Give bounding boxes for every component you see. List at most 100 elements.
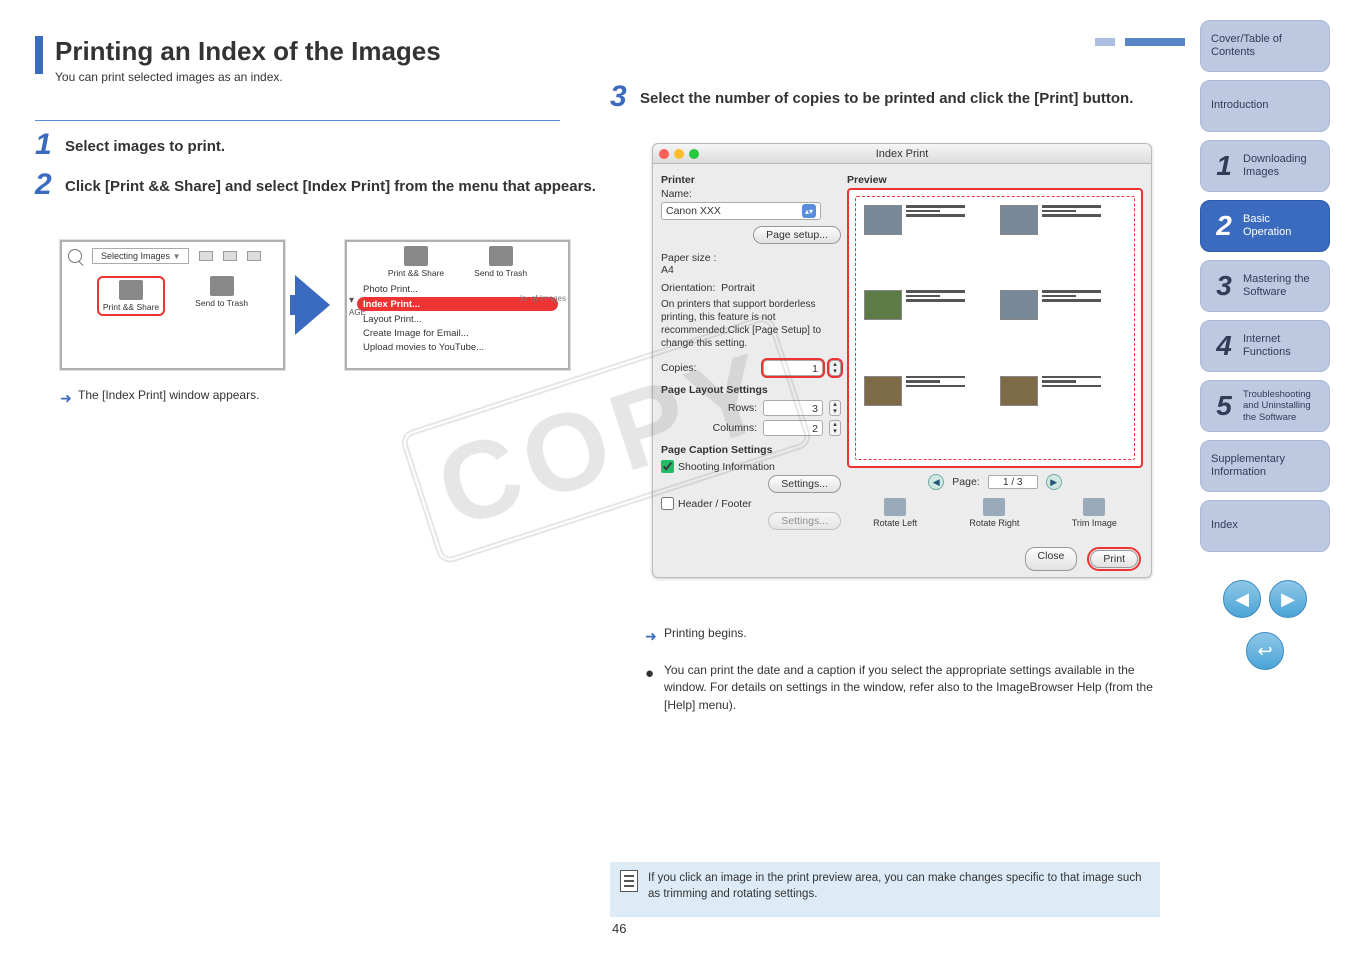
shooting-info-label: Shooting Information [678, 461, 775, 473]
footer-tip-box: If you click an image in the print previ… [610, 862, 1160, 917]
copies-label: Copies: [661, 362, 697, 374]
send-to-trash-label: Send to Trash [195, 298, 248, 308]
copies-input[interactable]: 1 [763, 360, 823, 376]
trim-label: Trim Image [1072, 518, 1117, 528]
return-button[interactable]: ↩ [1246, 632, 1284, 670]
page-title: Printing an Index of the Images [55, 36, 441, 67]
send-to-trash-button[interactable]: Send to Trash [474, 246, 527, 278]
page-setup-button[interactable]: Page setup... [753, 226, 841, 244]
nav-introduction[interactable]: Introduction [1200, 80, 1330, 132]
rotate-right-label: Rotate Right [969, 518, 1019, 528]
header-footer-label: Header / Footer [678, 498, 752, 510]
print-and-share-button[interactable]: Print && Share [97, 276, 165, 316]
preview-thumb[interactable] [1000, 376, 1126, 451]
preview-thumb[interactable] [864, 290, 990, 365]
chevron-updown-icon: ▴▾ [802, 204, 816, 218]
preview-area[interactable] [847, 188, 1143, 468]
close-button[interactable]: Close [1025, 547, 1078, 571]
nav-chapter-1[interactable]: 1 Downloading Images [1200, 140, 1330, 192]
thumb-icon [199, 251, 213, 261]
nav-index[interactable]: Index [1200, 500, 1330, 552]
index-print-window: Index Print Printer Name: Canon XXX ▴▾ P… [652, 143, 1152, 578]
printer-selected-value: Canon XXX [666, 205, 721, 217]
thumb-icon [223, 251, 237, 261]
header-footer-checkbox[interactable] [661, 497, 674, 510]
columns-stepper[interactable]: ▴▾ [829, 420, 841, 436]
nav-label: Introduction [1211, 99, 1319, 112]
nav-chapter-2[interactable]: 2 Basic Operation [1200, 200, 1330, 252]
preview-thumb[interactable] [1000, 205, 1126, 280]
shooting-info-settings-button[interactable]: Settings... [768, 475, 841, 493]
paper-size-value: A4 [661, 264, 841, 276]
nav-number: 2 [1211, 209, 1237, 243]
step-3-text: Select the number of copies to be printe… [640, 90, 1160, 107]
document-icon [620, 870, 638, 892]
result-arrow-icon: ➜ [60, 390, 72, 407]
window-titlebar[interactable]: Index Print [653, 144, 1151, 164]
print-and-share-button[interactable]: Print && Share [388, 246, 444, 278]
nav-label: Troubleshooting and Uninstalling the Sof… [1243, 389, 1319, 423]
header-footer-settings-button: Settings... [768, 512, 841, 530]
preview-thumb[interactable] [1000, 290, 1126, 365]
nav-cover-toc[interactable]: Cover/Table of Contents [1200, 20, 1330, 72]
nav-number: 5 [1211, 389, 1237, 423]
grip-icon: ▾ [349, 295, 354, 306]
nav-label: Downloading Images [1243, 153, 1319, 179]
chevron-down-icon: ▼ [173, 252, 181, 261]
footer-tip-text: If you click an image in the print previ… [648, 870, 1150, 902]
nav-label: Supplementary Information [1211, 453, 1319, 479]
print-share-menu: Photo Print... Index Print... Layout Pri… [357, 282, 558, 354]
columns-label: Columns: [713, 422, 757, 434]
columns-input[interactable]: 2 [763, 420, 823, 436]
preview-prev-page-button[interactable]: ◀ [928, 474, 944, 490]
title-divider [35, 120, 560, 121]
nav-number: 1 [1211, 149, 1237, 183]
nav-chapter-4[interactable]: 4 Internet Functions [1200, 320, 1330, 372]
next-page-button[interactable]: ▶ [1269, 580, 1307, 618]
menu-item-create-image-email[interactable]: Create Image for Email... [357, 326, 558, 340]
preview-thumb[interactable] [864, 376, 990, 451]
nav-label: Basic Operation [1243, 213, 1319, 239]
nav-supplementary[interactable]: Supplementary Information [1200, 440, 1330, 492]
send-to-trash-button[interactable]: Send to Trash [195, 276, 248, 316]
borderless-note: On printers that support borderless prin… [661, 298, 841, 350]
nav-chapter-5[interactable]: 5 Troubleshooting and Uninstalling the S… [1200, 380, 1330, 432]
title-accent [35, 36, 43, 74]
step-3-number: 3 [610, 80, 627, 114]
screenshot-menu: Print && Share Send to Trash ▾ AGE lo. o… [345, 240, 570, 370]
step3-bullet-text: You can print the date and a caption if … [664, 662, 1154, 714]
rows-label: Rows: [728, 402, 757, 414]
rows-input[interactable]: 3 [763, 400, 823, 416]
orientation-label: Orientation: [661, 282, 715, 294]
prev-page-button[interactable]: ◀ [1223, 580, 1261, 618]
copies-stepper[interactable]: ▴▾ [829, 360, 841, 376]
page-indicator: 1 / 3 [988, 475, 1038, 489]
printer-section-label: Printer [661, 174, 841, 186]
rotate-left-button[interactable]: Rotate Left [873, 498, 917, 528]
right-side-nav: Cover/Table of Contents Introduction 1 D… [1200, 20, 1330, 670]
page-subtitle: You can print selected images as an inde… [55, 70, 283, 84]
preview-next-page-button[interactable]: ▶ [1046, 474, 1062, 490]
trim-image-button[interactable]: Trim Image [1072, 498, 1117, 528]
printer-name-label: Name: [661, 188, 841, 200]
step-2-number: 2 [35, 168, 52, 202]
nav-label: Cover/Table of Contents [1211, 33, 1319, 59]
print-button[interactable]: Print [1090, 550, 1138, 568]
age-crop-label: AGE [349, 308, 366, 317]
rotate-right-button[interactable]: Rotate Right [969, 498, 1019, 528]
menu-item-upload-youtube[interactable]: Upload movies to YouTube... [357, 340, 558, 354]
images-count-crop-label: lo. of Images [520, 294, 566, 303]
printer-icon [404, 246, 428, 266]
rotate-left-label: Rotate Left [873, 518, 917, 528]
rows-stepper[interactable]: ▴▾ [829, 400, 841, 416]
shooting-info-checkbox[interactable] [661, 460, 674, 473]
preview-thumb[interactable] [864, 205, 990, 280]
magnifier-icon [68, 249, 82, 263]
rotate-right-icon [983, 498, 1005, 516]
step-1-number: 1 [35, 128, 52, 162]
nav-indicator-bar [1125, 38, 1185, 46]
nav-chapter-3[interactable]: 3 Mastering the Software [1200, 260, 1330, 312]
menu-item-layout-print[interactable]: Layout Print... [357, 312, 558, 326]
printer-select[interactable]: Canon XXX ▴▾ [661, 202, 821, 220]
selecting-images-dropdown[interactable]: Selecting Images ▼ [92, 248, 189, 264]
